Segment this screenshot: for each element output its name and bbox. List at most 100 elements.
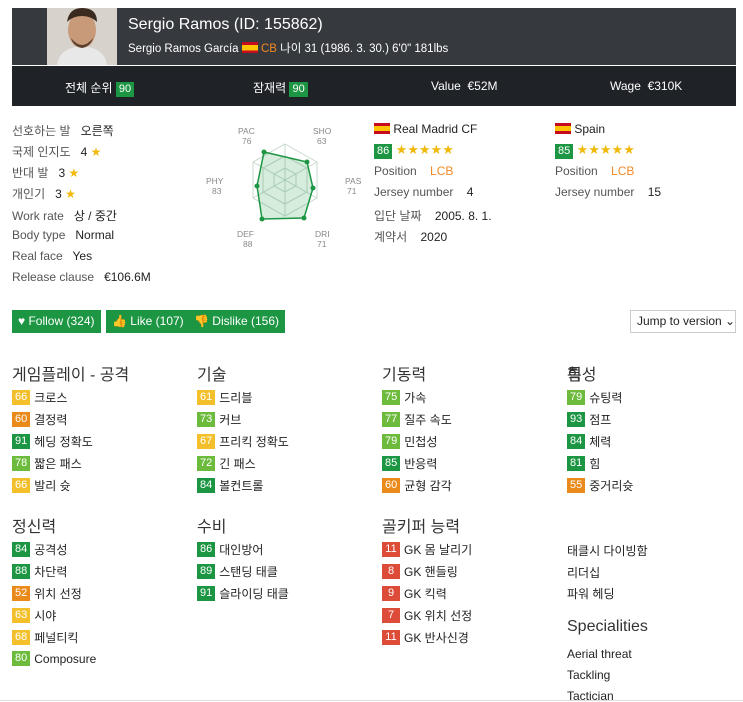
radar-value-def: 88	[243, 239, 253, 249]
attribute-label: 볼컨트롤	[219, 479, 264, 493]
release-clause-row: Release clause €106.6M	[12, 270, 151, 284]
attribute-value-badge: 91	[12, 434, 31, 449]
radar-point-def	[259, 216, 265, 222]
nation-name[interactable]: Spain	[574, 122, 605, 136]
attribute-row: 91 헤딩 정확도	[12, 433, 93, 450]
player-position[interactable]: CB	[261, 43, 277, 55]
attribute-value-badge: 52	[12, 586, 31, 601]
radar-point-sho	[304, 159, 310, 165]
thumbs-down-icon: 👎	[194, 314, 209, 328]
attribute-row: 88 차단력	[12, 563, 67, 580]
club-name-row[interactable]: Real Madrid CF	[374, 122, 477, 136]
attribute-row: 11 GK 몸 날리기	[382, 541, 472, 558]
attribute-label: 점프	[589, 413, 612, 427]
attribute-row: 77 질주 속도	[382, 411, 452, 428]
attribute-value-badge: 63	[12, 608, 31, 623]
attribute-row: 7 GK 위치 선정	[382, 607, 472, 624]
spain-flag-icon	[555, 123, 571, 134]
attribute-label: 체력	[589, 435, 612, 449]
work-rate-row: Work rate 상 / 중간	[12, 209, 117, 223]
nation-rating-badge: 85	[555, 144, 574, 159]
traits-title: 특성	[567, 367, 597, 384]
specialities-title: Specialities	[567, 618, 648, 635]
attribute-label: GK 위치 선정	[404, 609, 473, 623]
overall-stat: 전체 순위 90	[65, 79, 135, 97]
nation-position-row: Position LCB	[555, 164, 635, 178]
attribute-row: 8 GK 핸들링	[382, 563, 458, 580]
nation-stars-icon: ★★★★★	[576, 142, 635, 157]
attribute-row: 86 대인방어	[197, 541, 263, 558]
attribute-row: 73 커브	[197, 411, 241, 428]
radar-label-sho: SHO	[313, 126, 332, 136]
attribute-value-badge: 79	[382, 434, 401, 449]
club-rating-badge: 86	[374, 144, 393, 159]
radar-label-dri: DRI	[315, 229, 330, 239]
attribute-row: 93 점프	[567, 411, 611, 428]
attribute-label: 헤딩 정확도	[34, 435, 93, 449]
attribute-value-badge: 11	[382, 630, 400, 645]
attribute-label: 가속	[404, 391, 427, 405]
attribute-value-badge: 91	[197, 586, 216, 601]
dislike-button[interactable]: 👎 Dislike (156)	[188, 310, 285, 333]
weak-foot-row: 반대 발 3 ★	[12, 166, 80, 180]
nation-name-row[interactable]: Spain	[555, 122, 605, 136]
attribute-row: 55 중거리슛	[567, 477, 633, 494]
international-rep-row: 국제 인지도 4 ★	[12, 145, 102, 159]
attribute-label: GK 반사신경	[404, 631, 469, 645]
attribute-radar-chart: PAC 76 SHO 63 PAS 71 DRI 71 DEF 88 PHY 8…	[206, 126, 362, 249]
section-title: 기술	[197, 367, 227, 384]
attribute-label: 민첩성	[404, 435, 438, 449]
attribute-value-badge: 77	[382, 412, 401, 427]
player-subtitle: Sergio Ramos García CB 나이 31 (1986. 3. 3…	[128, 40, 448, 56]
like-button[interactable]: 👍 Like (107)	[106, 310, 190, 333]
bottom-divider	[0, 700, 743, 701]
attribute-label: 발리 슛	[34, 479, 71, 493]
trait-item: 태클시 다이빙함	[567, 544, 648, 558]
attribute-value-badge: 88	[12, 564, 31, 579]
club-name[interactable]: Real Madrid CF	[393, 122, 477, 136]
radar-label-def: DEF	[237, 229, 254, 239]
preferred-foot-row: 선호하는 발 오른쪽	[12, 124, 114, 138]
attribute-row: 11 GK 반사신경	[382, 629, 469, 646]
trait-item: 리더십	[567, 566, 601, 580]
attribute-label: 커브	[219, 413, 242, 427]
attribute-label: 시야	[34, 609, 57, 623]
attribute-row: 61 드리블	[197, 389, 252, 406]
section-title: 골키퍼 능력	[382, 519, 461, 536]
radar-point-pac	[261, 149, 267, 155]
radar-value-phy: 83	[212, 186, 222, 196]
radar-value-sho: 63	[317, 136, 327, 146]
attribute-row: 66 크로스	[12, 389, 67, 406]
attribute-label: 페널티킥	[34, 631, 79, 645]
value-stat: Value €52M	[431, 79, 498, 93]
attribute-label: GK 핸들링	[404, 565, 458, 579]
overall-badge: 90	[115, 82, 135, 97]
overall-label: 전체 순위	[65, 81, 113, 95]
speciality-item: Aerial threat	[567, 647, 632, 661]
attribute-row: 84 공격성	[12, 541, 67, 558]
attribute-value-badge: 67	[197, 434, 216, 449]
attribute-row: 68 페널티킥	[12, 629, 78, 646]
attribute-label: 힘	[589, 457, 601, 471]
attribute-value-badge: 11	[382, 542, 400, 557]
jump-to-version-dropdown[interactable]: Jump to version ⌄	[630, 310, 736, 333]
club-position-row: Position LCB	[374, 164, 454, 178]
player-details: 나이 31 (1986. 3. 30.) 6'0" 181lbs	[280, 43, 449, 55]
attribute-row: 52 위치 선정	[12, 585, 82, 602]
attribute-row: 60 결정력	[12, 411, 67, 428]
star-icon: ★	[90, 145, 102, 159]
attribute-value-badge: 9	[382, 586, 400, 601]
attribute-label: 슬라이딩 태클	[219, 587, 289, 601]
attribute-value-badge: 78	[12, 456, 31, 471]
attribute-label: Composure	[34, 651, 97, 666]
attribute-label: 균형 감각	[404, 479, 452, 493]
player-full-name: Sergio Ramos García	[128, 43, 239, 55]
radar-point-pas	[310, 185, 316, 191]
wage-label: Wage	[610, 79, 641, 93]
follow-button[interactable]: ♥ Follow (324)	[12, 310, 101, 333]
spain-flag-icon	[374, 123, 390, 134]
nation-rating-row: 85 ★★★★★	[555, 142, 635, 159]
club-contract-row: 계약서 2020	[374, 230, 448, 244]
section-title: 기동력	[382, 367, 427, 384]
radar-value-pas: 71	[347, 186, 357, 196]
